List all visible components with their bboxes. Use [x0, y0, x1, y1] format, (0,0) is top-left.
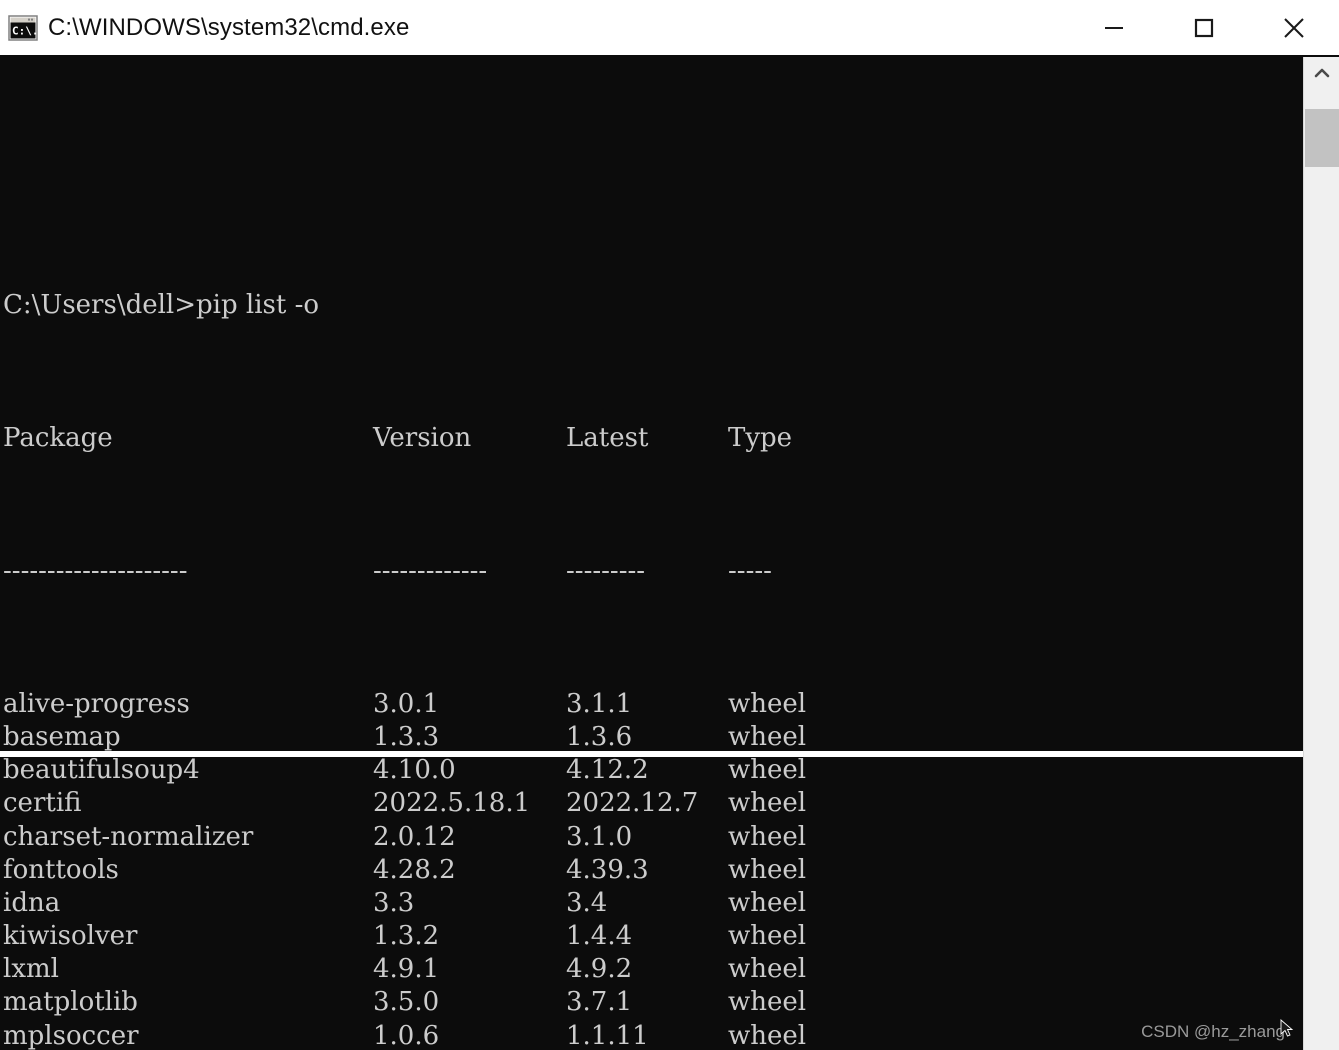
separator-version: ------------- [373, 556, 488, 586]
cmd-window: C:\. C:\WINDOWS\system32\cmd.exe C:\User… [0, 0, 1339, 1050]
watermark-text: CSDN @hz_zhang [1141, 1021, 1285, 1041]
cell-latest: 4.9.2 [566, 954, 633, 985]
cell-latest: 2022.12.7 [566, 788, 699, 819]
package-table: alive-progress 3.0.1 3.1.1 wheel basemap 1.3.… [3, 688, 834, 1050]
cell-package: basemap [3, 721, 121, 752]
prompt-line: C:\Users\dell>pip list -o [3, 289, 834, 322]
table-row: basemap 1.3.3 1.3.6 wheel [3, 721, 834, 754]
title-bar[interactable]: C:\. C:\WINDOWS\system32\cmd.exe [0, 0, 1339, 57]
cell-type: wheel [728, 688, 807, 719]
cell-version: 4.9.1 [373, 954, 440, 985]
table-row: mplsoccer 1.0.6 1.1.11 wheel [3, 1020, 834, 1050]
cell-type: wheel [728, 755, 807, 786]
cell-type: wheel [728, 987, 807, 1018]
header-type: Type [728, 423, 793, 454]
cell-package: lxml [3, 954, 59, 985]
cell-type: wheel [728, 921, 807, 952]
cell-version: 4.10.0 [373, 755, 456, 786]
cell-type: wheel [728, 721, 807, 752]
cell-version: 3.0.1 [373, 688, 440, 719]
cmd-icon: C:\. [8, 14, 39, 41]
cell-type: wheel [728, 821, 807, 852]
cell-package: mplsoccer [3, 1020, 139, 1050]
header-package: Package [3, 423, 113, 454]
header-version: Version [373, 423, 472, 454]
separator-latest: --------- [566, 556, 646, 586]
cell-version: 2022.5.18.1 [373, 788, 531, 819]
cell-version: 1.3.2 [373, 921, 440, 952]
cell-package: alive-progress [3, 688, 190, 719]
cell-package: kiwisolver [3, 921, 138, 952]
chevron-up-icon [1313, 66, 1331, 84]
cell-latest: 3.7.1 [566, 987, 633, 1018]
cell-type: wheel [728, 887, 807, 918]
cell-latest: 4.12.2 [566, 755, 649, 786]
table-header-row: Package Version Latest Type [3, 422, 834, 455]
header-latest: Latest [566, 423, 649, 454]
close-button[interactable] [1249, 0, 1339, 55]
separator-package: --------------------- [3, 556, 188, 586]
cell-latest: 4.39.3 [566, 854, 649, 885]
cell-version: 1.0.6 [373, 1020, 440, 1050]
cell-latest: 1.4.4 [566, 921, 633, 952]
cell-type: wheel [728, 954, 807, 985]
scroll-render-artifact [0, 751, 1303, 757]
console-blank-row [3, 157, 834, 190]
cell-package: charset-normalizer [3, 821, 254, 852]
cell-package: matplotlib [3, 987, 138, 1018]
cell-package: fonttools [3, 854, 119, 885]
vertical-scrollbar[interactable] [1303, 57, 1339, 1050]
cell-latest: 1.3.6 [566, 721, 633, 752]
table-row: alive-progress 3.0.1 3.1.1 wheel [3, 688, 834, 721]
window-title: C:\WINDOWS\system32\cmd.exe [48, 13, 410, 41]
cell-version: 2.0.12 [373, 821, 456, 852]
mouse-cursor-icon [1279, 1019, 1295, 1044]
cell-latest: 3.4 [566, 887, 608, 918]
window-controls [1069, 0, 1339, 55]
table-row: kiwisolver 1.3.2 1.4.4 wheel [3, 920, 834, 953]
maximize-button[interactable] [1159, 0, 1249, 55]
table-separator-row: --------------------- ------------- ------… [3, 555, 834, 588]
table-row: idna 3.3 3.4 wheel [3, 887, 834, 920]
cell-latest: 1.1.11 [566, 1020, 649, 1050]
cell-package: idna [3, 887, 61, 918]
minimize-button[interactable] [1069, 0, 1159, 55]
cell-version: 3.3 [373, 887, 415, 918]
cell-type: wheel [728, 854, 807, 885]
table-row: fonttools 4.28.2 4.39.3 wheel [3, 854, 834, 887]
scrollbar-thumb[interactable] [1305, 109, 1339, 167]
cell-package: certifi [3, 788, 82, 819]
svg-text:C:\.: C:\. [12, 24, 38, 37]
table-row: charset-normalizer 2.0.12 3.1.0 wheel [3, 821, 834, 854]
watermark: CSDN @hz_zhang [1141, 1019, 1295, 1044]
separator-type: ----- [728, 556, 772, 586]
terminal-output-area[interactable]: C:\Users\dell>pip list -o Package Version… [0, 57, 1303, 1050]
table-row: lxml 4.9.1 4.9.2 wheel [3, 953, 834, 986]
cell-type: wheel [728, 788, 807, 819]
cell-version: 1.3.3 [373, 721, 440, 752]
title-bar-left: C:\. C:\WINDOWS\system32\cmd.exe [0, 0, 1069, 55]
cell-latest: 3.1.1 [566, 688, 633, 719]
cell-package: beautifulsoup4 [3, 755, 200, 786]
cell-latest: 3.1.0 [566, 821, 633, 852]
prompt-command: C:\Users\dell>pip list -o [3, 290, 320, 321]
console-text: C:\Users\dell>pip list -o Package Version… [3, 57, 834, 1050]
cell-type: wheel [728, 1020, 807, 1050]
table-row: matplotlib 3.5.0 3.7.1 wheel [3, 986, 834, 1019]
cell-version: 3.5.0 [373, 987, 440, 1018]
scroll-up-button[interactable] [1304, 57, 1339, 93]
cell-version: 4.28.2 [373, 854, 456, 885]
table-row: certifi 2022.5.18.1 2022.12.7 wheel [3, 787, 834, 820]
table-row: beautifulsoup4 4.10.0 4.12.2 wheel [3, 754, 834, 787]
